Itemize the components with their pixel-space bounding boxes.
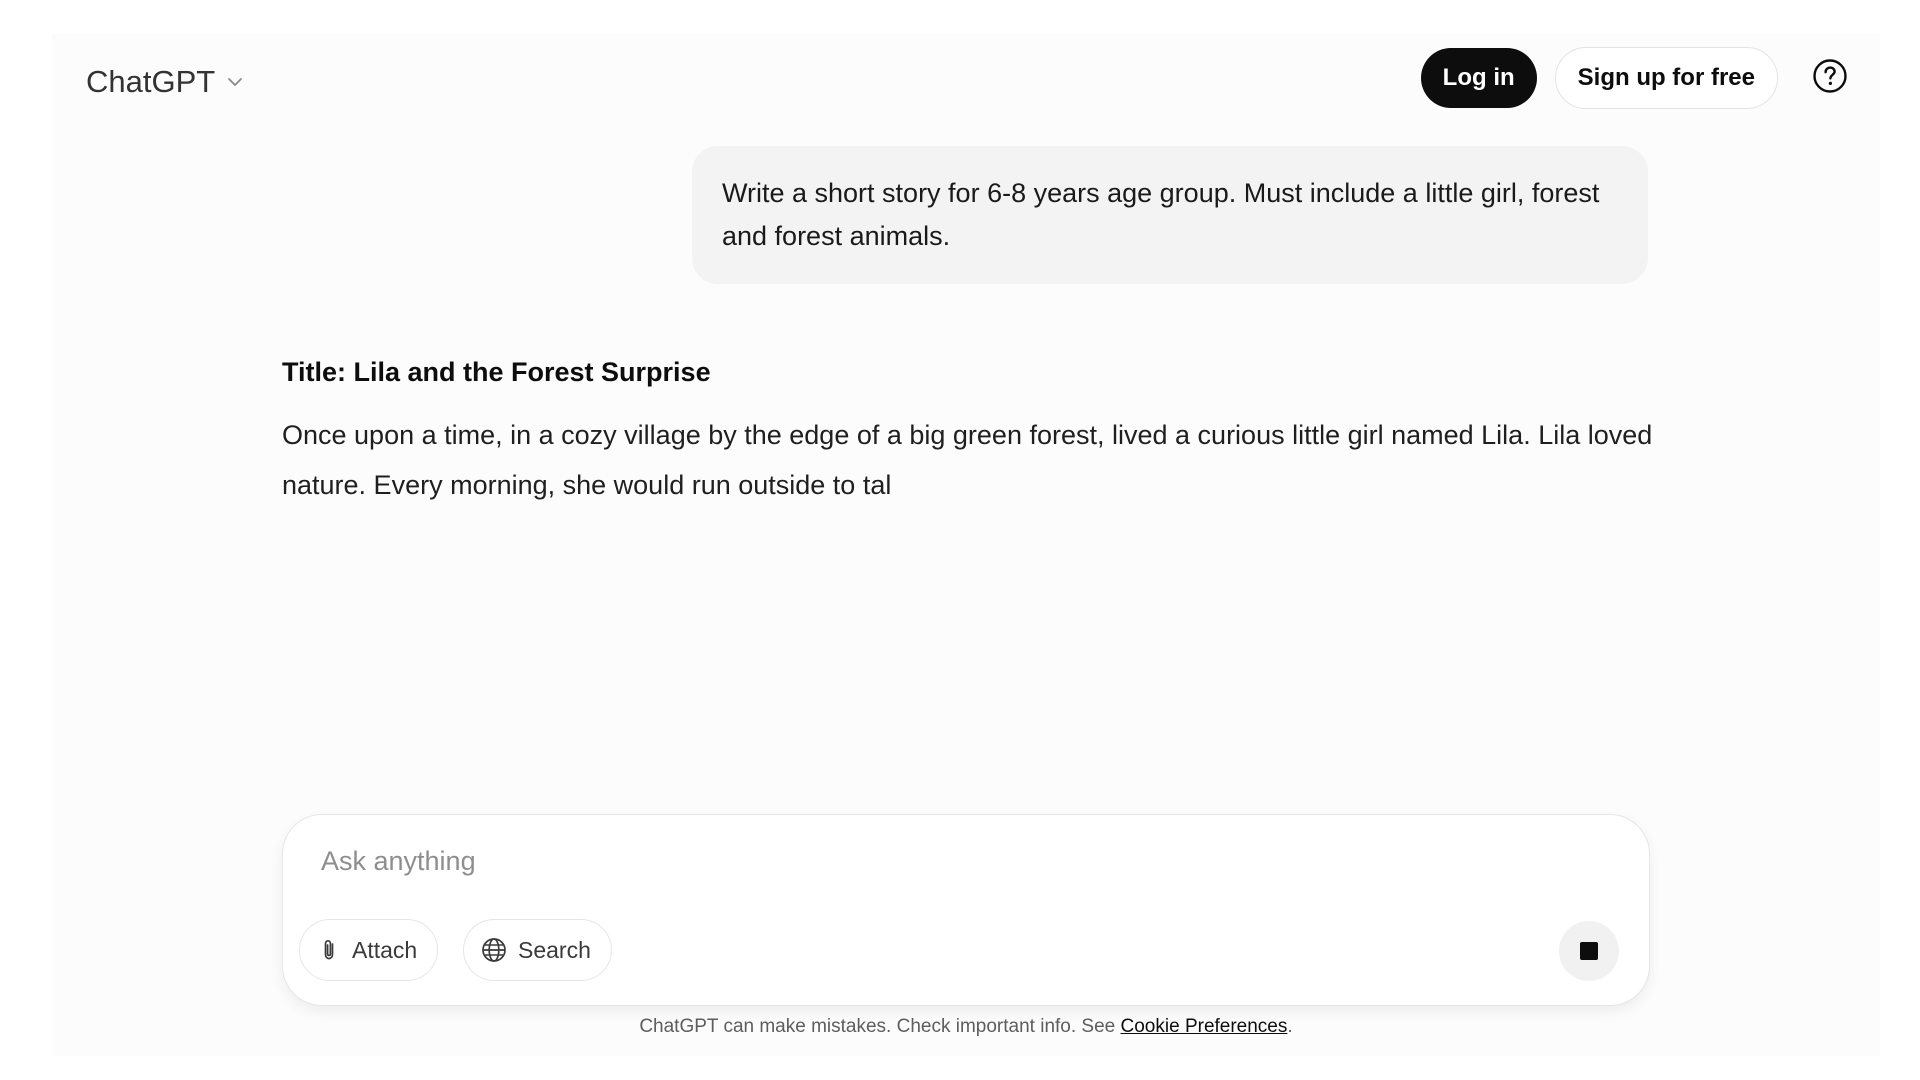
user-message-text: Write a short story for 6-8 years age gr… xyxy=(722,178,1600,251)
globe-icon xyxy=(480,936,508,964)
header-actions: Log in Sign up for free xyxy=(1420,46,1854,110)
model-name: ChatGPT xyxy=(86,64,216,99)
attach-button[interactable]: Attach xyxy=(299,919,439,981)
story-title: Title: Lila and the Forest Surprise xyxy=(282,357,711,387)
help-button[interactable] xyxy=(1806,54,1854,102)
chevron-down-icon xyxy=(225,72,245,92)
user-message-bubble: Write a short story for 6-8 years age gr… xyxy=(692,146,1648,284)
search-button[interactable]: Search xyxy=(463,919,612,981)
question-circle-icon xyxy=(1812,58,1848,99)
chat-window: ChatGPT Log in Sign up for free Write a … xyxy=(52,34,1880,1056)
disclaimer-text: ChatGPT can make mistakes. Check importa… xyxy=(639,1016,1116,1037)
model-selector[interactable]: ChatGPT xyxy=(86,58,245,106)
stop-square-icon xyxy=(1580,942,1598,960)
stop-generating-button[interactable] xyxy=(1559,921,1619,981)
paperclip-icon xyxy=(316,937,342,963)
signup-button[interactable]: Sign up for free xyxy=(1554,47,1778,109)
story-paragraph: Once upon a time, in a cozy village by t… xyxy=(282,420,1653,500)
prompt-input[interactable] xyxy=(319,837,1523,885)
attach-label: Attach xyxy=(352,936,418,963)
search-label: Search xyxy=(518,936,591,963)
login-button[interactable]: Log in xyxy=(1420,48,1537,108)
disclaimer-period: . xyxy=(1287,1016,1293,1037)
composer: Attach Search xyxy=(282,814,1650,1006)
assistant-message: Title: Lila and the Forest Surprise Once… xyxy=(282,352,1662,510)
cookie-preferences-link[interactable]: Cookie Preferences xyxy=(1121,1016,1288,1037)
disclaimer: ChatGPT can make mistakes. Check importa… xyxy=(52,1016,1880,1038)
